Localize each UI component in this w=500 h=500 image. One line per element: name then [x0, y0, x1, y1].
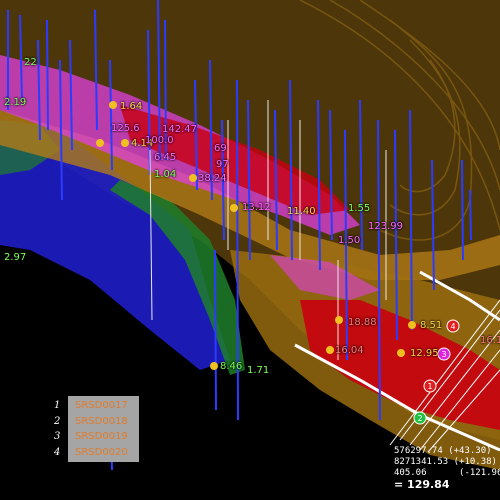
- coordinate-readout: 576297.74 (+43.30) 8271341.53 (+10.38) 4…: [394, 446, 500, 500]
- legend-number: 1: [54, 400, 61, 411]
- assay-label: 97: [216, 159, 229, 170]
- assay-label: 123.99: [368, 221, 403, 232]
- assay-label: 11.40: [287, 206, 316, 217]
- coord-dz: (-121.96: [459, 468, 500, 478]
- coord-dx: (+43.30): [448, 446, 492, 456]
- hole-marker-number: 4: [450, 322, 455, 331]
- assay-label: 1.64: [120, 101, 143, 112]
- coord-z: 405.06: [394, 468, 427, 478]
- measured-distance: = 129.84: [394, 478, 450, 491]
- hole-marker-number: 3: [441, 350, 446, 359]
- assay-label: 125.6: [111, 123, 140, 134]
- assay-label: 22: [24, 57, 37, 68]
- coord-dy: (+10.38): [453, 457, 497, 467]
- 3d-viewport[interactable]: 4312 22 2.19 1.64 125.6 142.47 4.14 100.0 6.45 1…: [0, 0, 500, 500]
- assay-label: 6.45: [154, 152, 177, 163]
- assay-label: 142.47: [162, 124, 197, 135]
- assay-label: 1.04: [154, 169, 177, 180]
- legend-number: 2: [54, 416, 61, 427]
- assay-label: 2.97: [4, 252, 27, 263]
- hole-marker-number: 2: [417, 414, 422, 423]
- assay-label: 2.19: [4, 97, 27, 108]
- legend-number: 3: [54, 431, 61, 442]
- assay-label: 8.51: [420, 320, 443, 331]
- coord-x-row: 576297.74 (+43.30): [394, 446, 500, 457]
- assay-label: 1.50: [338, 235, 361, 246]
- legend-hole-name: SRSD0018: [75, 416, 128, 427]
- hole-marker-number: 1: [427, 382, 432, 391]
- legend-hole-name: SRSD0019: [75, 431, 128, 442]
- assay-label: 12.95: [410, 348, 439, 359]
- hole-legend: 1 SRSD0017 2 SRSD0018 3 SRSD0019 4 SRSD0…: [48, 396, 139, 462]
- assay-label: 1.55: [348, 203, 371, 214]
- assay-label: 100.0: [145, 135, 174, 146]
- coord-y-row: 8271341.53 (+10.38): [394, 457, 500, 468]
- legend-hole-name: SRSD0017: [75, 400, 128, 411]
- assay-label: 69: [214, 143, 227, 154]
- assay-label: 13.12: [242, 202, 271, 213]
- coord-x: 576297.74: [394, 446, 443, 456]
- assay-label: 8.46: [220, 361, 243, 372]
- legend-hole-name: SRSD0020: [75, 447, 128, 458]
- assay-label: 38.24: [198, 173, 227, 184]
- assay-label: 16.04: [335, 345, 364, 356]
- coord-y: 8271341.53: [394, 457, 449, 467]
- assay-label: 18.88: [348, 317, 377, 328]
- legend-number: 4: [54, 447, 61, 458]
- assay-label: 1.71: [247, 365, 270, 376]
- assay-label: 16.1: [480, 335, 500, 346]
